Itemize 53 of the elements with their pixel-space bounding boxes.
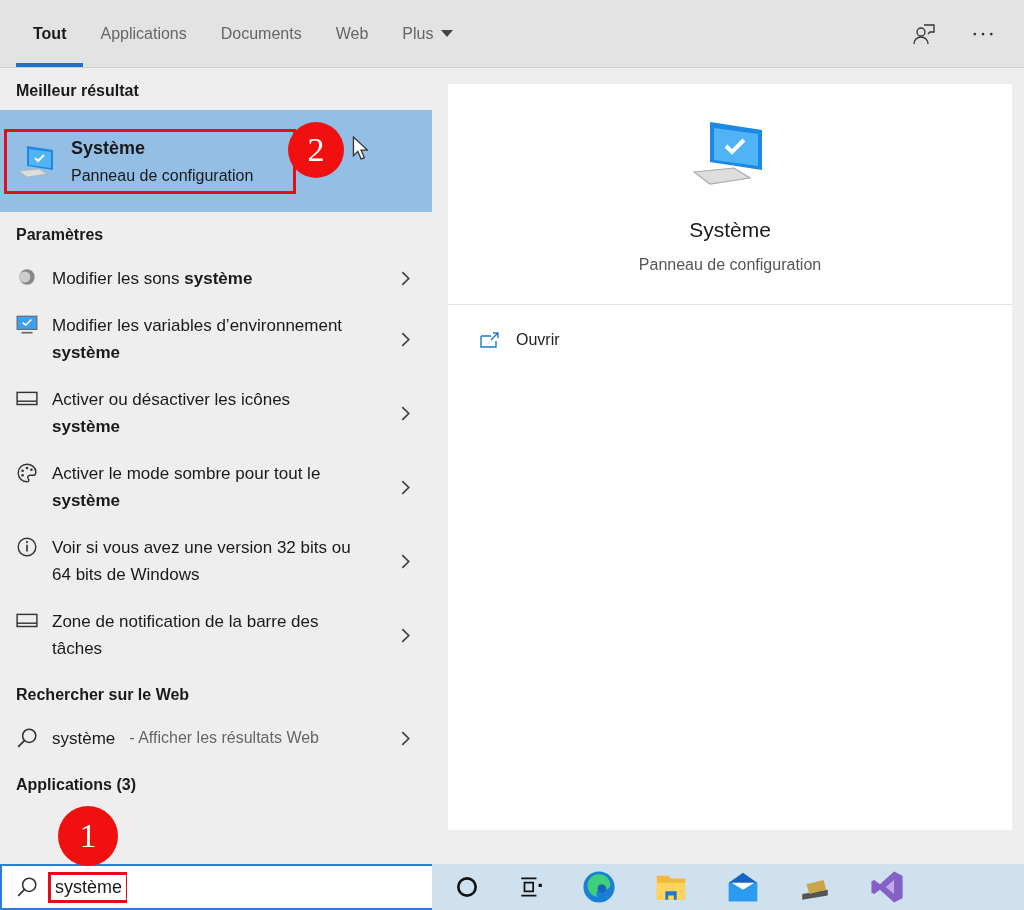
settings-item[interactable]: Activer le mode sombre pour tout le système	[0, 450, 432, 524]
item-label: Zone de notification de la barre des tâches	[52, 611, 320, 660]
result-subtitle: Panneau de configuration	[71, 166, 254, 185]
item-label: Activer ou désactiver les icônes système	[52, 389, 292, 438]
web-search-item[interactable]: système - Afficher les résultats Web	[0, 714, 432, 762]
settings-item[interactable]: Modifier les variables d’environnement système	[0, 302, 432, 376]
monitor-icon	[16, 314, 38, 336]
section-heading: Paramètres	[15, 225, 105, 245]
tab[interactable]: Web	[318, 0, 386, 67]
tab[interactable]: Documents	[203, 0, 319, 67]
settings-item[interactable]: Activer ou désactiver les icônes système	[0, 376, 432, 450]
settings-item[interactable]: Modifier les sons système	[0, 254, 432, 302]
caret-icon	[441, 30, 454, 37]
more-icon[interactable]	[972, 30, 994, 37]
search-query: système	[48, 871, 128, 903]
item-label: Modifier les variables d’environnement système	[52, 315, 344, 364]
chevron-icon	[401, 627, 410, 643]
open-icon	[480, 332, 500, 348]
chevron-icon	[401, 270, 410, 286]
search-field[interactable]: système	[0, 864, 432, 910]
web-hint: - Afficher les résultats Web	[129, 729, 320, 747]
cursor-icon	[352, 136, 368, 160]
preview-title: Système	[689, 218, 771, 242]
info-icon	[16, 536, 38, 558]
result-title: Système	[71, 137, 147, 159]
palette-icon	[16, 462, 38, 484]
open-action[interactable]: Ouvrir	[478, 325, 562, 355]
web-query: système	[52, 727, 116, 750]
circle-icon[interactable]	[454, 874, 480, 900]
chevron-icon	[401, 405, 410, 421]
tab[interactable]: Plus	[385, 0, 471, 67]
ide-icon[interactable]	[870, 870, 904, 904]
settings-item[interactable]: Zone de notification de la barre des tâches	[0, 598, 432, 672]
chevron-icon	[401, 331, 410, 347]
task-view-icon[interactable]	[518, 874, 544, 900]
mail-icon[interactable]	[726, 870, 760, 904]
item-label: Modifier les sons système	[52, 267, 254, 290]
section-heading: Meilleur résultat	[15, 81, 140, 101]
search-icon	[16, 727, 38, 749]
item-label: Activer le mode sombre pour tout le système	[52, 463, 322, 512]
chevron-icon	[401, 730, 410, 746]
search-icon	[16, 876, 38, 898]
section-heading: Applications (3)	[15, 775, 137, 795]
section-heading: Rechercher sur le Web	[15, 685, 191, 705]
chevron-icon	[401, 553, 410, 569]
feedback-icon[interactable]	[912, 21, 936, 46]
tab[interactable]: Applications	[83, 0, 204, 67]
browser-icon[interactable]	[582, 870, 616, 904]
speaker-icon	[16, 266, 38, 288]
item-label: Voir si vous avez une version 32 bits ou 64 bits de Windows	[52, 537, 352, 586]
chevron-icon	[401, 479, 410, 495]
preview-subtitle: Panneau de configuration	[638, 256, 822, 274]
settings-item[interactable]: Voir si vous avez une version 32 bits ou 64 bits de Windows	[0, 524, 432, 598]
